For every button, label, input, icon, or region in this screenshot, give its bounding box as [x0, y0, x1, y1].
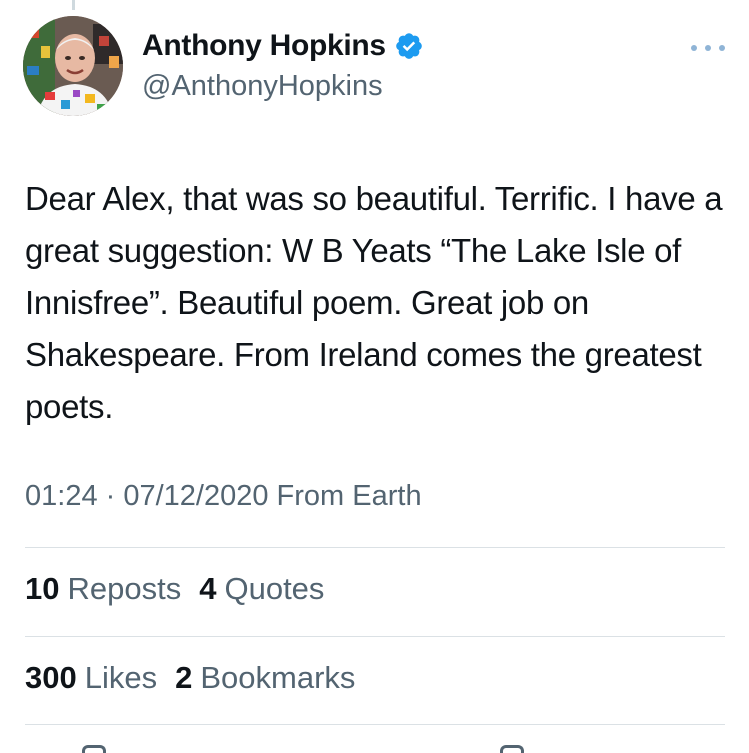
quotes-label: Quotes [224, 571, 325, 606]
likes-stat[interactable]: 300 Likes [25, 660, 175, 696]
reply-icon[interactable] [82, 745, 106, 753]
quotes-count: 4 [199, 571, 217, 606]
tweet-detail: Anthony Hopkins @AnthonyHopkins Dear Ale… [0, 0, 749, 753]
reposts-label: Reposts [67, 571, 182, 606]
author-display-name[interactable]: Anthony Hopkins [142, 29, 386, 63]
more-dot [719, 45, 725, 51]
divider [25, 724, 725, 725]
avatar-portrait [23, 16, 123, 116]
more-dot [705, 45, 711, 51]
engagement-row-1: 10 Reposts 4 Quotes [25, 571, 342, 607]
bookmarks-count: 2 [175, 660, 193, 695]
quotes-stat[interactable]: 4 Quotes [199, 571, 342, 607]
verified-badge-icon[interactable] [394, 31, 424, 61]
engagement-row-2: 300 Likes 2 Bookmarks [25, 660, 373, 696]
likes-count: 300 [25, 660, 77, 695]
reposts-count: 10 [25, 571, 60, 606]
divider [25, 636, 725, 637]
bookmarks-label: Bookmarks [200, 660, 356, 695]
more-options-icon[interactable] [691, 34, 725, 62]
name-row: Anthony Hopkins [142, 28, 424, 64]
thread-connector-line [72, 0, 75, 10]
divider [25, 547, 725, 548]
bookmarks-stat[interactable]: 2 Bookmarks [175, 660, 373, 696]
author-block: Anthony Hopkins @AnthonyHopkins [142, 28, 424, 103]
tweet-timestamp[interactable]: 01:24 · 07/12/2020 From Earth [25, 480, 422, 513]
tweet-text: Dear Alex, that was so beautiful. Terrif… [25, 180, 723, 425]
reposts-stat[interactable]: 10 Reposts [25, 571, 199, 607]
likes-label: Likes [84, 660, 158, 695]
author-handle[interactable]: @AnthonyHopkins [142, 70, 424, 103]
avatar[interactable] [23, 16, 123, 116]
bookmark-icon[interactable] [500, 745, 524, 753]
more-dot [691, 45, 697, 51]
